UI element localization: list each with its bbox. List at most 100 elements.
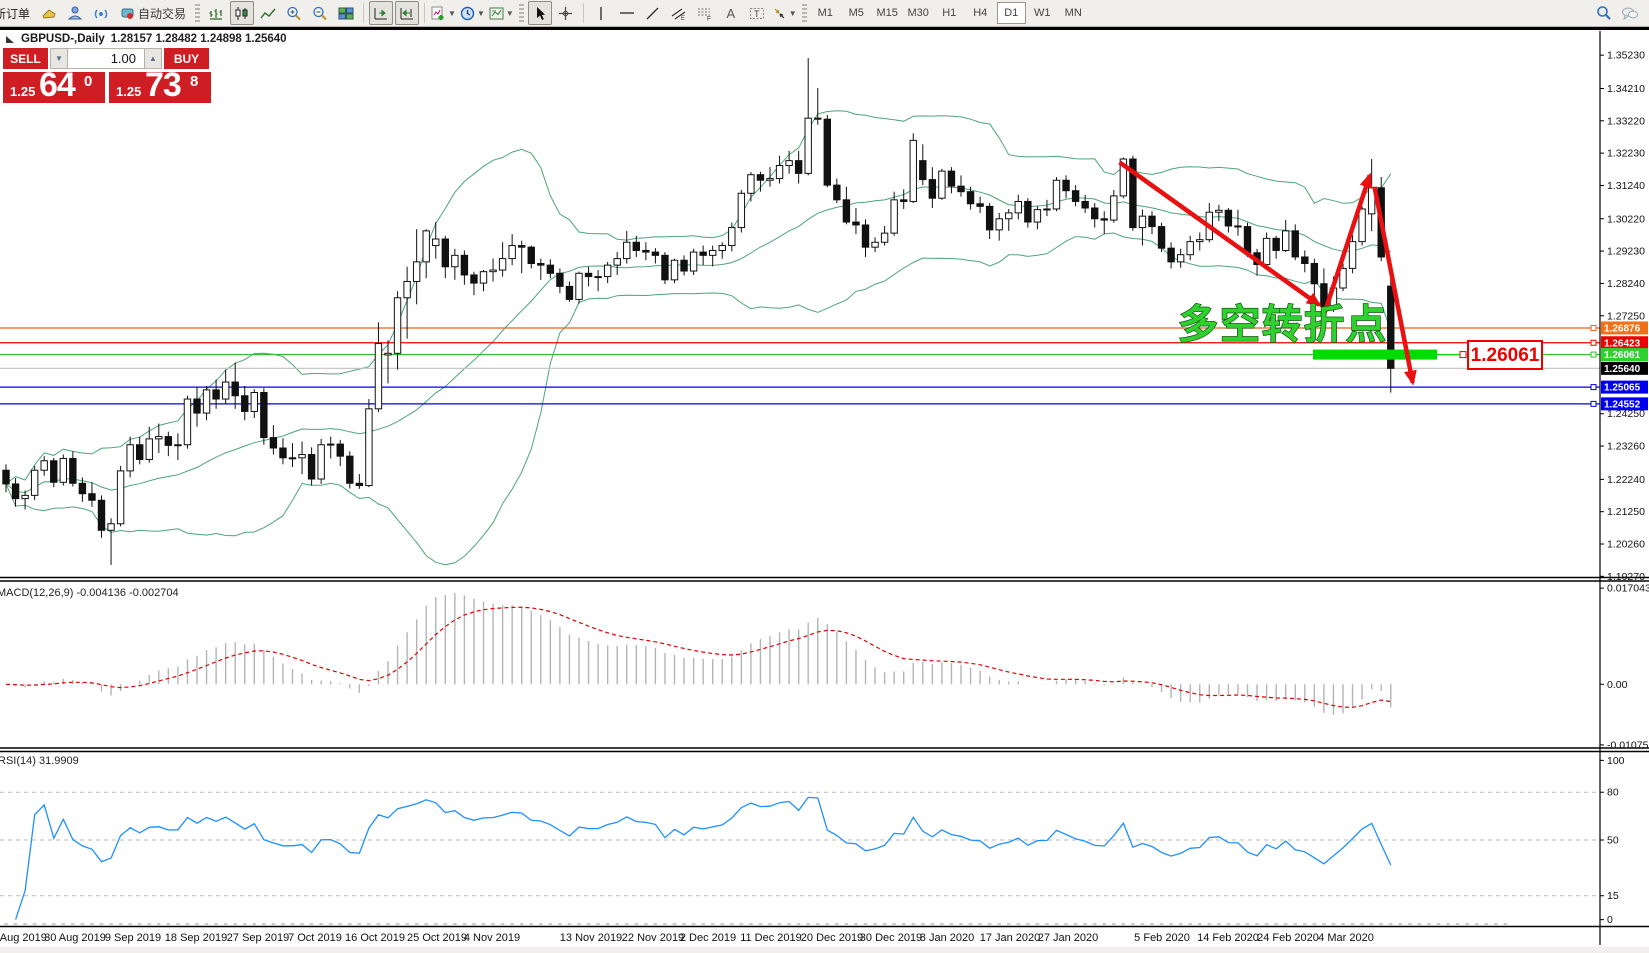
zoom-out-button[interactable]: [308, 1, 332, 25]
dropdown-arrow-icon: ▼: [789, 9, 797, 18]
data-window-icon[interactable]: [63, 1, 87, 25]
axis-price-flag-label: 1.26061: [1604, 350, 1641, 361]
horizontal-line-icon: [619, 6, 635, 20]
price-tick-label: 1.20260: [1607, 539, 1645, 551]
candle-body: [1006, 213, 1012, 219]
autotrading-icon: [120, 6, 135, 20]
timeframe-mn[interactable]: MN: [1059, 2, 1088, 24]
candle-body: [929, 180, 935, 199]
candle-body: [862, 225, 868, 247]
chat-button[interactable]: [1618, 1, 1642, 25]
volume-decrease-button[interactable]: ▼: [50, 48, 68, 69]
macd-tick-label: 0.017043: [1607, 583, 1649, 595]
candle-body: [1044, 209, 1050, 210]
rsi-line: [16, 797, 1391, 919]
date-label: 20 Dec 2019: [801, 932, 863, 944]
chart-shift-button[interactable]: [369, 1, 393, 25]
candle-body: [60, 458, 66, 482]
text-label-button[interactable]: T: [745, 1, 769, 25]
volume-input[interactable]: 1.00: [68, 48, 144, 69]
candle-body: [366, 409, 372, 486]
line-chart-button[interactable]: [256, 1, 280, 25]
candle-body: [1187, 242, 1193, 255]
timeframe-w1[interactable]: W1: [1028, 2, 1057, 24]
chart-symbol-icon: [5, 34, 15, 44]
auto-scroll-button[interactable]: [395, 1, 419, 25]
candle-body: [98, 500, 104, 530]
signals-button[interactable]: [89, 1, 113, 25]
candle-body: [490, 270, 496, 272]
search-icon: [1596, 5, 1612, 21]
date-label: 27 Sep 2019: [227, 932, 289, 944]
sell-price-display[interactable]: 1.25 64 0: [3, 72, 105, 103]
text-button[interactable]: A: [719, 1, 743, 25]
periods-menu-button[interactable]: ▼: [459, 1, 486, 25]
candle-body: [452, 255, 458, 266]
timeframe-m1[interactable]: M1: [811, 2, 840, 24]
candle-body: [824, 119, 830, 185]
crosshair-button[interactable]: [554, 1, 578, 25]
chart-canvas[interactable]: 1.352301.342101.332201.322301.312401.302…: [0, 0, 1649, 953]
candle-body: [12, 484, 18, 499]
cursor-button[interactable]: [528, 1, 552, 25]
equidistant-channel-button[interactable]: E: [667, 1, 691, 25]
fibonacci-button[interactable]: F: [693, 1, 717, 25]
price-tick-label: 1.22240: [1607, 474, 1645, 486]
green-highlight-bar[interactable]: [1313, 350, 1437, 360]
toolbar-separator: [583, 3, 584, 23]
trend-arrow[interactable]: [1324, 175, 1370, 314]
arrows-menu-button[interactable]: ▼: [771, 1, 798, 25]
bb-upper-band: [6, 111, 1391, 484]
horizontal-line-button[interactable]: [615, 1, 639, 25]
indicators-menu-button[interactable]: ▼: [430, 1, 457, 25]
vertical-line-button[interactable]: [589, 1, 613, 25]
annotations[interactable]: 1.26061多空转折点: [1120, 162, 1542, 382]
candlestick-chart-button[interactable]: [230, 1, 254, 25]
trendline-button[interactable]: [641, 1, 665, 25]
tile-windows-button[interactable]: [334, 1, 358, 25]
timeframe-h1[interactable]: H1: [935, 2, 964, 24]
candle-body: [729, 228, 735, 246]
candle-body: [662, 255, 668, 279]
search-button[interactable]: [1592, 1, 1616, 25]
timeframe-h4[interactable]: H4: [966, 2, 995, 24]
volume-increase-button[interactable]: ▲: [144, 48, 162, 69]
buy-price-display[interactable]: 1.25 73 8: [109, 72, 211, 103]
price-tick-label: 1.31240: [1607, 180, 1645, 192]
candle-body: [576, 273, 582, 299]
candle-body: [337, 444, 343, 456]
timeframe-m5[interactable]: M5: [842, 2, 871, 24]
candle-body: [433, 239, 439, 246]
line-anchor-marker[interactable]: [1591, 340, 1596, 345]
line-anchor-marker[interactable]: [1591, 325, 1596, 330]
new-order-button[interactable]: 新订单: [1, 1, 35, 25]
sell-button[interactable]: SELL: [3, 48, 48, 69]
market-watch-icon[interactable]: [37, 1, 61, 25]
candle-body: [1225, 210, 1231, 226]
candle-body: [1092, 208, 1098, 219]
zoom-in-icon: [286, 6, 302, 21]
candle-body: [413, 262, 419, 282]
candle-body: [375, 344, 381, 409]
toolbar-chart-divider: [0, 27, 1649, 30]
rsi-indicator-label: RSI(14) 31.9909: [0, 755, 79, 767]
autotrading-button[interactable]: 自动交易: [115, 1, 191, 25]
timeframe-d1[interactable]: D1: [997, 2, 1026, 24]
sell-price-base: 1.25: [10, 84, 35, 99]
candle-body: [1082, 201, 1088, 208]
timeframe-m30[interactable]: M30: [904, 2, 933, 24]
line-anchor-marker[interactable]: [1591, 352, 1596, 357]
date-label: 30 Dec 2019: [860, 932, 922, 944]
buy-button[interactable]: BUY: [164, 48, 209, 69]
callout-anchor-marker[interactable]: [1460, 352, 1466, 358]
bar-chart-button[interactable]: [204, 1, 228, 25]
candle-body: [146, 439, 152, 460]
zoom-in-button[interactable]: [282, 1, 306, 25]
line-anchor-marker[interactable]: [1591, 385, 1596, 390]
turning-point-annotation[interactable]: 多空转折点: [1178, 303, 1388, 347]
timeframe-m15[interactable]: M15: [873, 2, 902, 24]
candle-body: [165, 437, 171, 446]
templates-menu-button[interactable]: ▼: [488, 1, 515, 25]
line-anchor-marker[interactable]: [1591, 401, 1596, 406]
candle-body: [509, 246, 515, 259]
